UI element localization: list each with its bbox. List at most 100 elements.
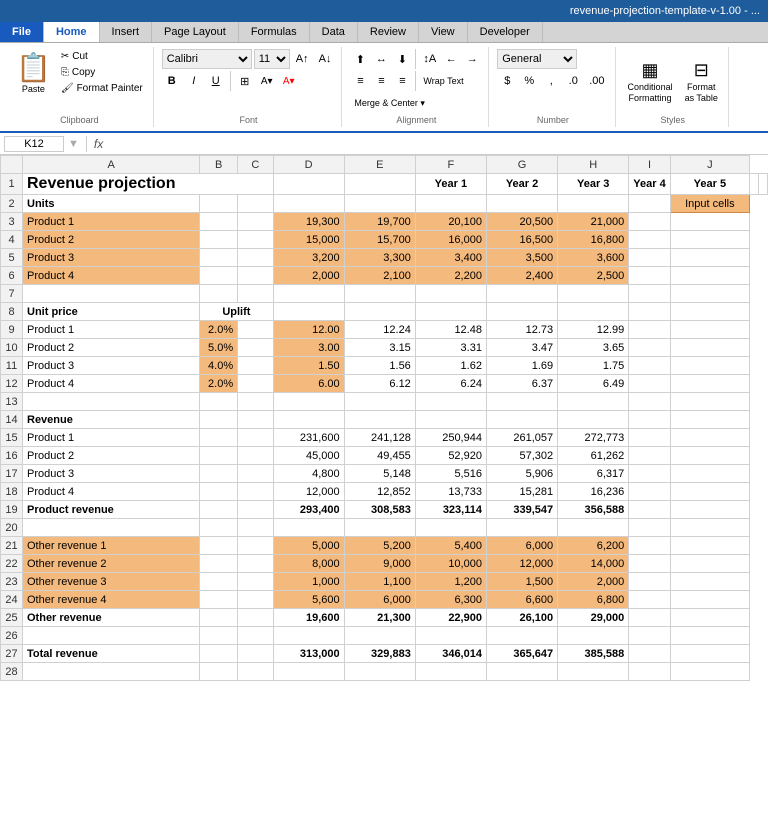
cell-B24[interactable] xyxy=(200,591,238,609)
cell-C4[interactable] xyxy=(238,231,273,249)
cell-F26[interactable] xyxy=(415,627,486,645)
cell-C2[interactable] xyxy=(238,195,273,213)
italic-button[interactable]: I xyxy=(184,71,204,91)
cell-E15[interactable]: 241,128 xyxy=(344,429,415,447)
cell-C6[interactable] xyxy=(238,267,273,285)
indent-increase-button[interactable]: → xyxy=(462,49,482,69)
col-header-J[interactable]: J xyxy=(670,156,749,174)
cell-C5[interactable] xyxy=(238,249,273,267)
cell-I18[interactable] xyxy=(629,483,670,501)
row-header-14[interactable]: 14 xyxy=(1,411,23,429)
cell-J19[interactable] xyxy=(670,501,749,519)
number-format-select[interactable]: General xyxy=(497,49,577,69)
cell-A3[interactable]: Product 1 xyxy=(23,213,200,231)
dropdown-arrow[interactable]: ▼ xyxy=(68,138,79,150)
cell-F17[interactable]: 5,516 xyxy=(415,465,486,483)
cell-J17[interactable] xyxy=(670,465,749,483)
col-header-I[interactable]: I xyxy=(629,156,670,174)
cell-F21[interactable]: 5,400 xyxy=(415,537,486,555)
cell-C11[interactable] xyxy=(238,357,273,375)
cell-G7[interactable] xyxy=(486,285,557,303)
cell-B16[interactable] xyxy=(200,447,238,465)
cell-I24[interactable] xyxy=(629,591,670,609)
cell-D2[interactable] xyxy=(273,195,344,213)
cell-H15[interactable]: 272,773 xyxy=(558,429,629,447)
row-header-26[interactable]: 26 xyxy=(1,627,23,645)
cell-E23[interactable]: 1,100 xyxy=(344,573,415,591)
cell-F28[interactable] xyxy=(415,663,486,681)
cell-C3[interactable] xyxy=(238,213,273,231)
row-header-24[interactable]: 24 xyxy=(1,591,23,609)
cell-B19[interactable] xyxy=(200,501,238,519)
cell-I9[interactable] xyxy=(629,321,670,339)
cell-I27[interactable] xyxy=(629,645,670,663)
cell-G28[interactable] xyxy=(486,663,557,681)
copy-button[interactable]: ⎘ Copy xyxy=(57,65,147,80)
row-header-4[interactable]: 4 xyxy=(1,231,23,249)
cell-B23[interactable] xyxy=(200,573,238,591)
conditional-formatting-button[interactable]: ▦ Conditional Formatting xyxy=(624,58,677,105)
cell-A26[interactable] xyxy=(23,627,200,645)
cell-C24[interactable] xyxy=(238,591,273,609)
cell-H20[interactable] xyxy=(558,519,629,537)
cell-B13[interactable] xyxy=(200,393,238,411)
cell-E21[interactable]: 5,200 xyxy=(344,537,415,555)
cell-J1[interactable] xyxy=(759,174,768,195)
cell-E10[interactable]: 3.15 xyxy=(344,339,415,357)
cell-J21[interactable] xyxy=(670,537,749,555)
cell-G5[interactable]: 3,500 xyxy=(486,249,557,267)
align-center-button[interactable]: ≡ xyxy=(371,71,391,91)
cell-B5[interactable] xyxy=(200,249,238,267)
cell-C20[interactable] xyxy=(238,519,273,537)
cell-D21[interactable]: 5,000 xyxy=(273,537,344,555)
cell-F16[interactable]: 52,920 xyxy=(415,447,486,465)
cell-I17[interactable] xyxy=(629,465,670,483)
cell-H19[interactable]: 356,588 xyxy=(558,501,629,519)
cell-H2[interactable] xyxy=(558,195,629,213)
cell-H10[interactable]: 3.65 xyxy=(558,339,629,357)
cell-E9[interactable]: 12.24 xyxy=(344,321,415,339)
cell-F2[interactable] xyxy=(415,195,486,213)
cell-J12[interactable] xyxy=(670,375,749,393)
text-direction-button[interactable]: ↕A xyxy=(419,49,440,69)
cell-D26[interactable] xyxy=(273,627,344,645)
cell-A22[interactable]: Other revenue 2 xyxy=(23,555,200,573)
cell-J4[interactable] xyxy=(670,231,749,249)
cell-A21[interactable]: Other revenue 1 xyxy=(23,537,200,555)
cell-H8[interactable] xyxy=(558,303,629,321)
cell-C1[interactable] xyxy=(344,174,415,195)
cell-I12[interactable] xyxy=(629,375,670,393)
cell-C17[interactable] xyxy=(238,465,273,483)
cell-J6[interactable] xyxy=(670,267,749,285)
row-header-19[interactable]: 19 xyxy=(1,501,23,519)
cell-I14[interactable] xyxy=(629,411,670,429)
cell-H11[interactable]: 1.75 xyxy=(558,357,629,375)
cell-J16[interactable] xyxy=(670,447,749,465)
row-header-9[interactable]: 9 xyxy=(1,321,23,339)
cell-I19[interactable] xyxy=(629,501,670,519)
cell-G1[interactable]: Year 4 xyxy=(629,174,670,195)
cell-H14[interactable] xyxy=(558,411,629,429)
cell-A2[interactable]: Units xyxy=(23,195,200,213)
col-header-A[interactable]: A xyxy=(23,156,200,174)
cell-A20[interactable] xyxy=(23,519,200,537)
cell-H27[interactable]: 385,588 xyxy=(558,645,629,663)
cell-J20[interactable] xyxy=(670,519,749,537)
cell-B4[interactable] xyxy=(200,231,238,249)
row-header-11[interactable]: 11 xyxy=(1,357,23,375)
cell-I23[interactable] xyxy=(629,573,670,591)
cell-E20[interactable] xyxy=(344,519,415,537)
cell-J2[interactable]: Input cells xyxy=(670,195,749,213)
cell-B27[interactable] xyxy=(200,645,238,663)
cell-A5[interactable]: Product 3 xyxy=(23,249,200,267)
cell-H16[interactable]: 61,262 xyxy=(558,447,629,465)
cell-J22[interactable] xyxy=(670,555,749,573)
cell-E1[interactable]: Year 2 xyxy=(486,174,557,195)
cell-C13[interactable] xyxy=(238,393,273,411)
cell-G18[interactable]: 15,281 xyxy=(486,483,557,501)
cell-A4[interactable]: Product 2 xyxy=(23,231,200,249)
cell-H3[interactable]: 21,000 xyxy=(558,213,629,231)
decrease-decimal-button[interactable]: .00 xyxy=(585,71,608,91)
cell-H25[interactable]: 29,000 xyxy=(558,609,629,627)
cell-I8[interactable] xyxy=(629,303,670,321)
